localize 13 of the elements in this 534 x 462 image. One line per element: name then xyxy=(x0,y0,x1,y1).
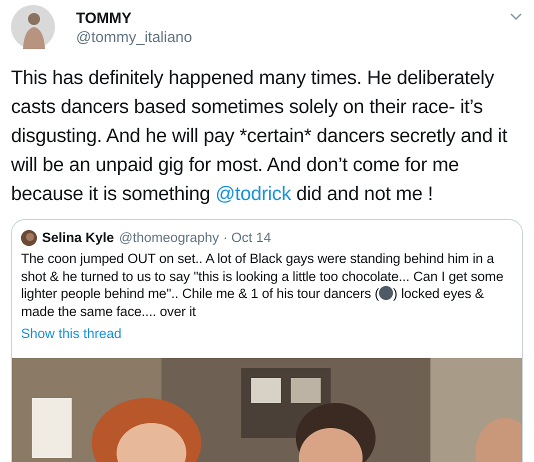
avatar xyxy=(11,5,55,49)
mention-link[interactable]: @todrick xyxy=(215,183,292,205)
user-name: Selina Kyle xyxy=(42,229,114,247)
quoted-tweet-text: The coon jumped OUT on set.. A lot of Black gays were standing behind him in a shot & he turned to us to say "this is looking a little too chocolate... Can I get some lighter people behind me".. Chile me & 1 of his tour dancers ( ) locked eyes & made the same face.... over it xyxy=(21,250,504,320)
quoted-tweet-card[interactable] xyxy=(11,219,523,462)
user-handle: @tommy_italiano xyxy=(76,28,192,48)
show-thread-link[interactable]: Show this thread xyxy=(21,324,122,344)
avatar xyxy=(21,230,37,246)
tweet-text: This has definitely happened many times. He deliberately casts dancers based sometimes solely on their race- it’s disgusting. And he will pay *certain* dancers secretly and it will be an unpaid gig for most. And don’t come for me because it is something @todrick did and not me ! xyxy=(11,66,508,207)
tweet-date: · Oct 14 xyxy=(223,229,272,247)
user-name: TOMMY xyxy=(76,10,133,28)
user-handle: @thomeography xyxy=(119,229,220,247)
caret-icon[interactable] xyxy=(510,13,522,21)
